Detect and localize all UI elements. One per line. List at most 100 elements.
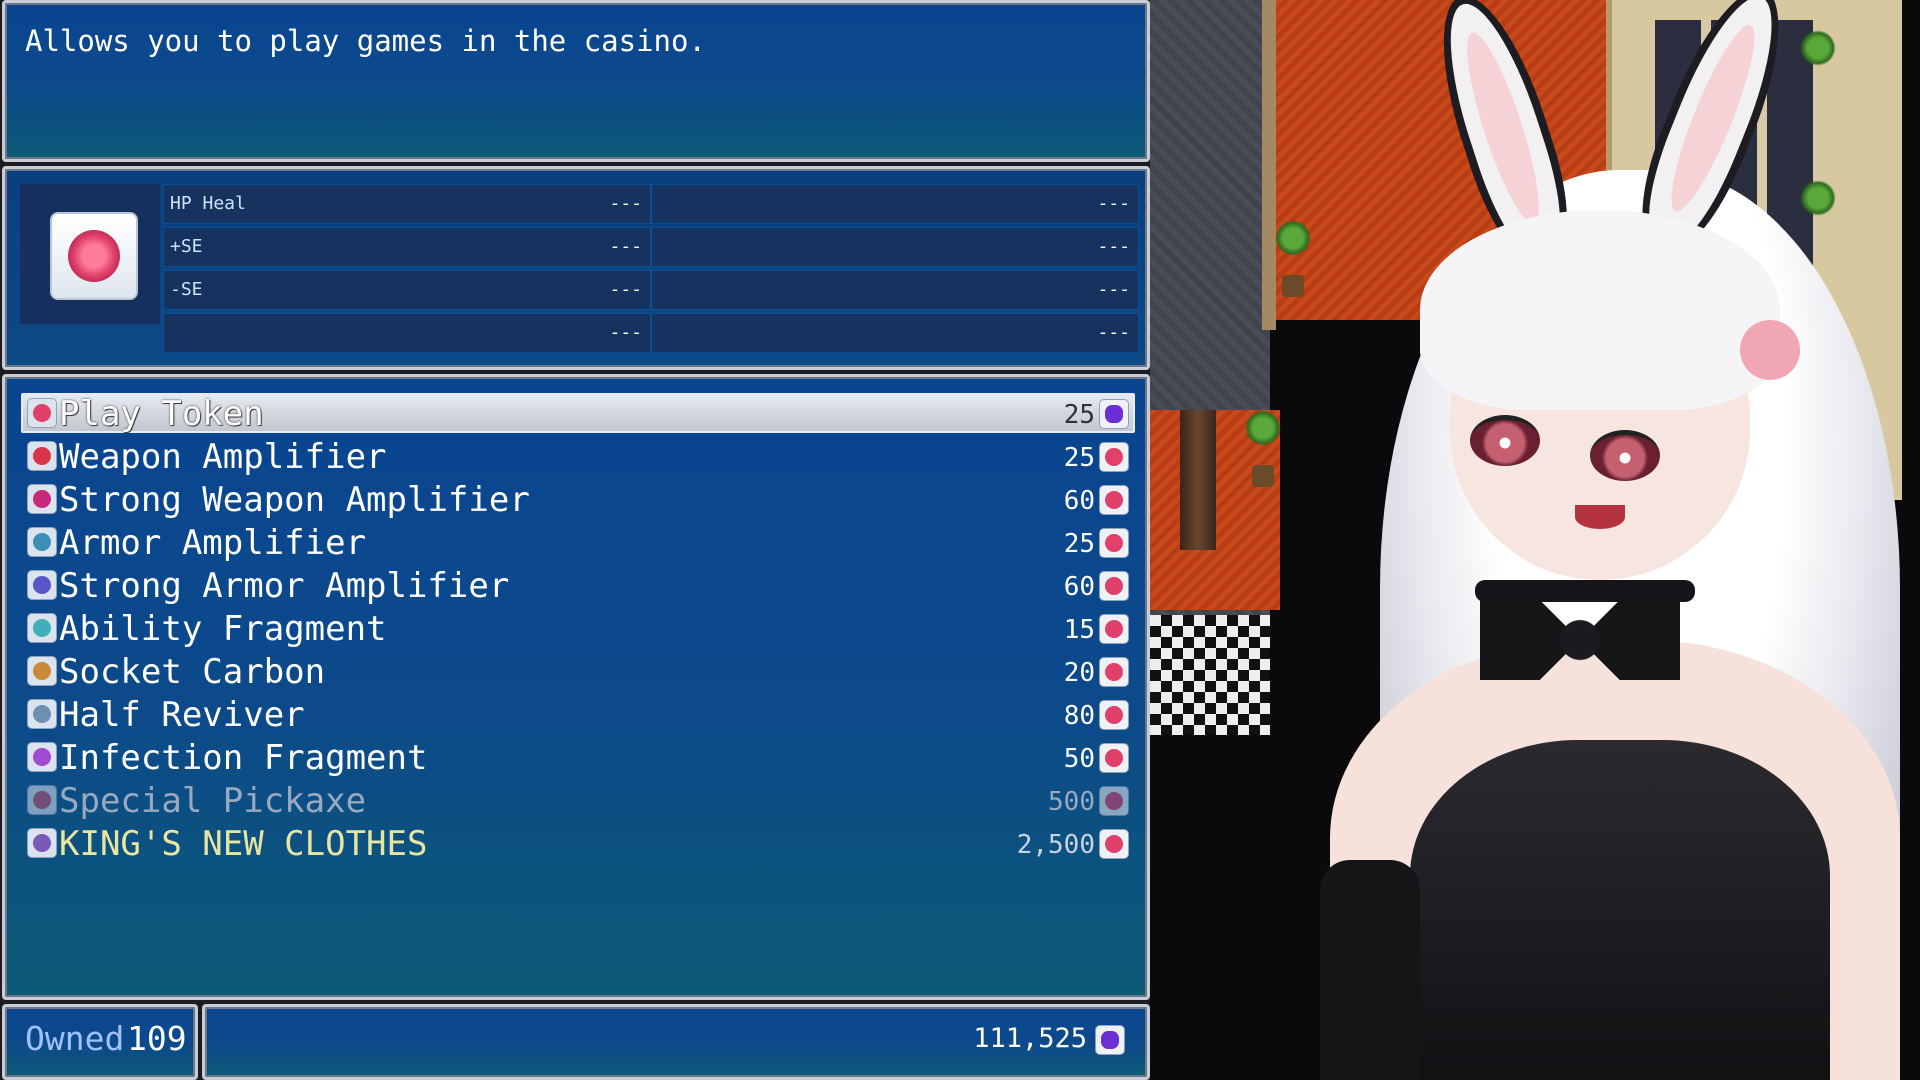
item-name: Ability Fragment [59,609,387,649]
shop-item-strong-weapon-amplifier[interactable]: Strong Weapon Amplifier 60 [25,480,1133,520]
stat-value: --- [609,236,642,257]
owned-window: Owned 109 [2,1004,198,1080]
character-eye-left [1470,415,1540,466]
item-price: 25 [1063,443,1095,473]
item-name: Strong Armor Amplifier [59,566,510,606]
play-token-coin-icon [1099,786,1129,816]
map-pillar [1180,410,1216,550]
item-name: Half Reviver [59,695,305,735]
shop-item-infection-fragment[interactable]: Infection Fragment 50 [25,738,1133,778]
infection-fragment-icon [27,742,57,772]
shop-item-armor-amplifier[interactable]: Armor Amplifier 25 [25,523,1133,563]
stat-label: HP Heal [170,193,246,214]
play-token-coin-icon [1099,442,1129,472]
item-name: Play Token [59,394,264,434]
shop-item-weapon-amplifier[interactable]: Weapon Amplifier 25 [25,437,1133,477]
play-token-coin-icon [1099,743,1129,773]
socket-carbon-icon [27,656,57,686]
item-price: 2,500 [1016,830,1095,860]
item-name: KING'S NEW CLOTHES [59,824,428,864]
map-border [1262,0,1276,330]
item-name: Strong Weapon Amplifier [59,480,530,520]
item-price: 25 [1063,400,1095,430]
item-name: Armor Amplifier [59,523,367,563]
character-glove [1320,860,1420,1080]
potted-plant [1800,180,1836,216]
stat-value: --- [1097,236,1130,257]
checker-floor [1150,615,1270,735]
item-price: 15 [1063,615,1095,645]
play-token-coin-icon [1099,485,1129,515]
potted-plant [1800,30,1836,66]
purple-gem-icon [1099,399,1129,429]
character-eye-right [1590,430,1660,481]
stat-row: -SE --- [163,270,651,310]
ability-fragment-icon [27,613,57,643]
potted-plant [1275,220,1311,256]
strong-weapon-amplifier-icon [27,484,57,514]
item-price: 500 [1048,787,1095,817]
character-hair-ribbon [1740,320,1800,380]
character-mouth [1575,505,1625,529]
stat-row: HP Heal --- [163,184,651,224]
stat-label: -SE [170,279,203,300]
item-name: Special Pickaxe [59,781,367,821]
play-token-coin-icon [1099,528,1129,558]
play-token-coin-icon [1099,700,1129,730]
item-description: Allows you to play games in the casino. [25,24,706,58]
owned-count: 109 [127,1019,187,1058]
shop-item-ability-fragment[interactable]: Ability Fragment 15 [25,609,1133,649]
character-dress [1410,740,1830,1080]
potted-plant [1245,410,1281,446]
stat-value: --- [609,322,642,343]
weapon-amplifier-icon [27,441,57,471]
stat-value: --- [1097,322,1130,343]
stat-value: --- [1097,193,1130,214]
item-price: 60 [1063,572,1095,602]
stat-row: +SE --- [163,227,651,267]
game-scene [1150,0,1920,1080]
stat-row: --- [651,184,1139,224]
stat-row: --- [651,270,1139,310]
currency-window: 111,525 [202,1004,1150,1080]
item-price: 50 [1063,744,1095,774]
play-token-icon [27,398,57,428]
item-name: Weapon Amplifier [59,437,387,477]
play-token-coin-icon [1099,657,1129,687]
status-window: HP Heal --- --- +SE --- --- -SE --- --- … [2,166,1150,370]
item-price: 25 [1063,529,1095,559]
shop-item-half-reviver[interactable]: Half Reviver 80 [25,695,1133,735]
stat-row: --- [651,313,1139,353]
stat-value: --- [1097,279,1130,300]
item-price: 20 [1063,658,1095,688]
currency-amount: 111,525 [973,1023,1087,1054]
shop-item-special-pickaxe[interactable]: Special Pickaxe 500 [25,781,1133,821]
stat-value: --- [609,279,642,300]
plant-pot [1282,275,1304,297]
strong-armor-amplifier-icon [27,570,57,600]
character-bowtie [1480,600,1680,680]
item-name: Infection Fragment [59,738,428,778]
stat-label: +SE [170,236,203,257]
stat-row: --- [163,313,651,353]
character-bangs [1420,210,1780,410]
item-preview [20,184,160,324]
stat-value: --- [609,193,642,214]
item-price: 80 [1063,701,1095,731]
plant-pot [1252,465,1274,487]
play-token-coin-icon [1099,571,1129,601]
shop-item-strong-armor-amplifier[interactable]: Strong Armor Amplifier 60 [25,566,1133,606]
shop-item-socket-carbon[interactable]: Socket Carbon 20 [25,652,1133,692]
item-price: 60 [1063,486,1095,516]
special-pickaxe-icon [27,785,57,815]
help-window: Allows you to play games in the casino. [2,0,1150,162]
shop-item-play-token[interactable]: Play Token 25 [25,394,1133,434]
shop-list-window: Play Token 25 Weapon Amplifier 25 Strong… [2,374,1150,1000]
character-choker [1475,580,1695,602]
purple-gem-icon [1095,1025,1125,1055]
shop-item-kings-new-clothes[interactable]: KING'S NEW CLOTHES 2,500 [25,824,1133,864]
owned-label: Owned [25,1019,125,1058]
stat-row: --- [651,227,1139,267]
play-token-coin-icon [1099,829,1129,859]
half-reviver-icon [27,699,57,729]
